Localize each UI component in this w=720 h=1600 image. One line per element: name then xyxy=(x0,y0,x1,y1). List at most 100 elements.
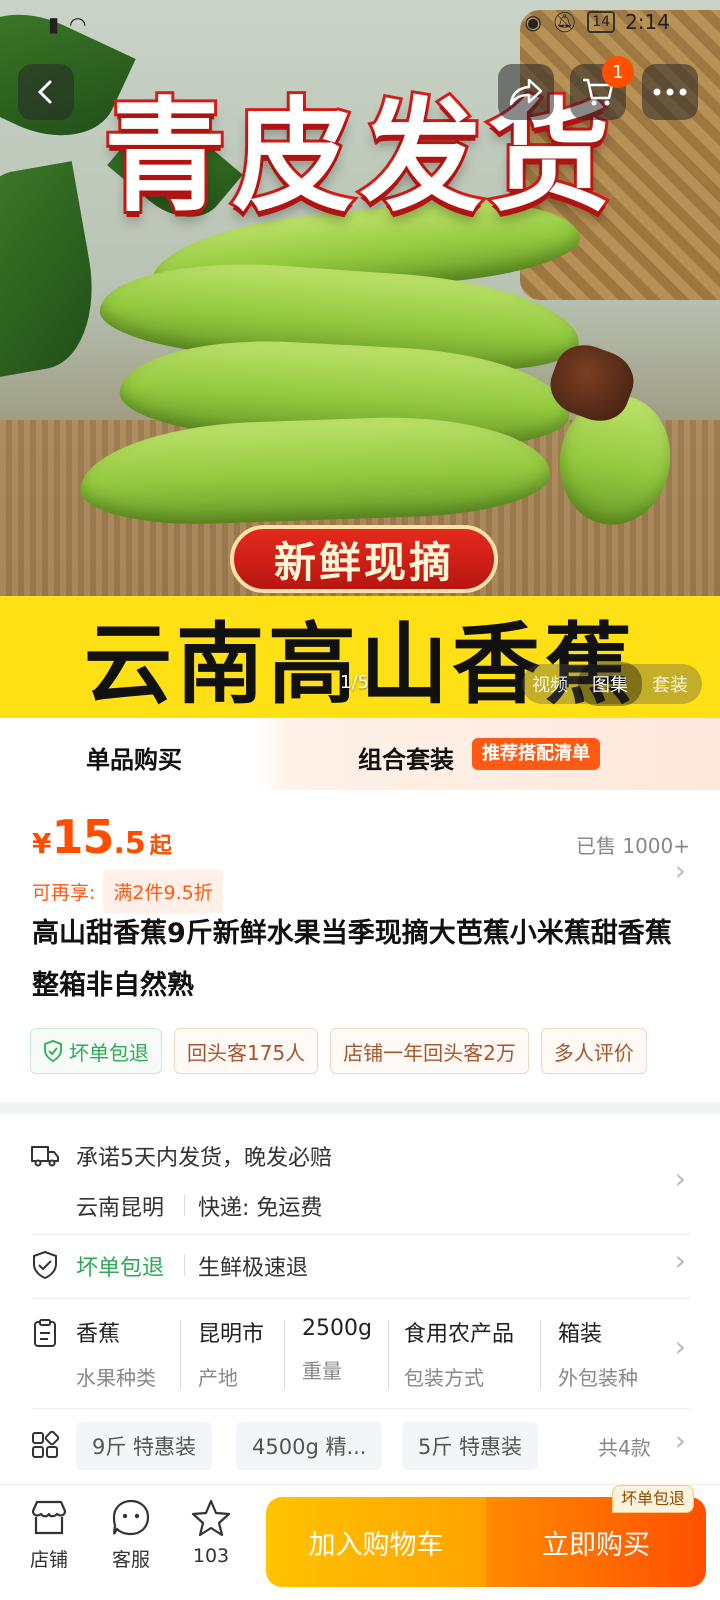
variant-option[interactable]: 9斤 特惠装 xyxy=(76,1422,213,1470)
cart-button[interactable]: 1 xyxy=(570,56,634,120)
battery-icon: 14 xyxy=(587,11,616,33)
wifi-icon: ◠ xyxy=(69,12,87,36)
spec-weight: 2500g 重量 xyxy=(302,1316,372,1384)
spec-value: 2500g xyxy=(302,1316,372,1341)
cart-count-badge: 1 xyxy=(602,56,634,88)
chip-label: 回头客175人 xyxy=(187,1040,306,1065)
tab-combo-set[interactable]: 组合套装 xyxy=(358,740,454,775)
spec-key: 重量 xyxy=(302,1359,342,1383)
back-icon xyxy=(37,80,52,104)
spec-origin: 昆明市 产地 xyxy=(198,1316,264,1391)
spec-key: 产地 xyxy=(198,1366,238,1390)
truck-icon xyxy=(31,1146,59,1167)
media-tabs: 视频 图集 套装 xyxy=(522,662,702,706)
store-icon xyxy=(31,1500,67,1535)
sold-count: 已售 1000+ xyxy=(575,834,690,858)
guarantee-label: 坏单包退 xyxy=(76,1256,165,1281)
bottom-action-bar: 店铺 客服 103 加入购物车 立即购买 坏单包退 xyxy=(0,1484,720,1600)
chat-face-icon xyxy=(112,1499,150,1536)
tab-gallery[interactable]: 图集 xyxy=(578,662,642,706)
delivery-fee: 快递: 免运费 xyxy=(198,1196,323,1221)
hero-headline: 青皮发货 xyxy=(101,83,616,231)
favorite-count: 103 xyxy=(192,1545,230,1567)
service-label: 客服 xyxy=(111,1549,150,1571)
chip-reviews[interactable]: 多人评价 xyxy=(540,1028,647,1074)
shield-check-icon xyxy=(33,1250,57,1280)
spec-value: 箱装 xyxy=(558,1322,603,1347)
feature-chips: 坏单包退 回头客175人 店铺一年回头客2万 多人评价 xyxy=(30,1028,690,1076)
status-bar: ▮ ◠ ◉ 🔕︎ 14 2:14 xyxy=(0,0,720,50)
chevron-right-icon: › xyxy=(674,1330,686,1363)
variant-total: 共4款 xyxy=(598,1436,651,1460)
shield-check-icon xyxy=(44,1040,62,1062)
guarantee-row[interactable]: 坏单包退 生鲜极速退 › xyxy=(0,1234,720,1298)
separator xyxy=(180,1320,181,1390)
separator xyxy=(184,1194,185,1216)
chip-label: 店铺一年回头客2万 xyxy=(343,1040,516,1065)
product-info-card: ¥ 15 .5 起 已售 1000+ 可再享: 满2件9.5折 › 高山甜香蕉9… xyxy=(0,790,720,1102)
chip-bad-return[interactable]: 坏单包退 xyxy=(30,1028,162,1074)
price-symbol: ¥ xyxy=(32,827,52,860)
spec-value: 食用农产品 xyxy=(404,1322,515,1347)
tab-set[interactable]: 套装 xyxy=(642,671,698,697)
favorite-button[interactable]: 103 xyxy=(176,1499,246,1567)
chevron-right-icon: › xyxy=(674,1424,686,1457)
customer-service-button[interactable]: 客服 xyxy=(96,1499,166,1572)
separator xyxy=(284,1320,285,1390)
variant-option[interactable]: 4500g 精... xyxy=(236,1422,383,1470)
spec-value: 昆明市 xyxy=(198,1322,265,1347)
price-integer: 15 xyxy=(51,810,114,864)
spec-key: 水果种类 xyxy=(76,1366,156,1390)
promo-row[interactable]: 可再享: 满2件9.5折 xyxy=(32,870,223,913)
shipping-row[interactable]: 承诺5天内发货，晚发必赔 云南昆明 快递: 免运费 › xyxy=(0,1114,720,1234)
purchase-mode-tabs: 单品购买 组合套装 推荐搭配清单 xyxy=(0,718,720,790)
variants-row[interactable]: 9斤 特惠装 4500g 精... 5斤 特惠装 共4款 › xyxy=(0,1408,720,1484)
origin: 云南昆明 xyxy=(76,1196,165,1221)
promo-label: 可再享: xyxy=(32,882,96,904)
tab-single-purchase[interactable]: 单品购买 xyxy=(86,740,182,775)
shop-label: 店铺 xyxy=(29,1549,68,1571)
chevron-right-icon: › xyxy=(674,1244,686,1277)
specs-row[interactable]: 香蕉 水果种类 昆明市 产地 2500g 重量 食用农产品 包装方式 箱装 外包… xyxy=(0,1298,720,1408)
variant-option[interactable]: 5斤 特惠装 xyxy=(402,1422,539,1470)
separator xyxy=(184,1254,185,1276)
chip-label: 坏单包退 xyxy=(69,1040,149,1065)
spec-key: 外包装种 xyxy=(558,1366,638,1390)
fresh-badge: 新鲜现摘 xyxy=(230,525,498,593)
chip-repeat-buyers[interactable]: 回头客175人 xyxy=(174,1028,319,1074)
chip-label: 多人评价 xyxy=(553,1040,634,1065)
guarantee-detail: 生鲜极速退 xyxy=(198,1256,309,1281)
price-suffix: 起 xyxy=(149,834,172,859)
chevron-right-icon: › xyxy=(674,854,686,887)
back-button[interactable] xyxy=(18,64,74,120)
spec-value: 香蕉 xyxy=(76,1322,121,1347)
carousel-page-indicator: 1/5 xyxy=(340,672,369,693)
product-title: 高山甜香蕉9斤新鲜水果当季现摘大芭蕉小米蕉甜香蕉整箱非自然熟 xyxy=(32,918,672,1001)
status-right: ◉ 🔕︎ 14 2:14 xyxy=(524,10,670,34)
chevron-right-icon: › xyxy=(674,1162,686,1195)
grid-icon xyxy=(32,1430,60,1458)
shop-button[interactable]: 店铺 xyxy=(14,1499,84,1572)
status-left: ▮ ◠ xyxy=(48,12,86,36)
separator xyxy=(388,1320,389,1390)
share-icon xyxy=(509,78,543,106)
price-decimal: .5 xyxy=(113,826,146,861)
eye-icon: ◉ xyxy=(524,10,542,34)
price: ¥ 15 .5 起 xyxy=(32,810,172,864)
spec-key: 包装方式 xyxy=(404,1366,484,1390)
spec-outer-packaging: 箱装 外包装种 xyxy=(558,1316,638,1391)
promo-tag: 满2件9.5折 xyxy=(103,870,223,913)
chip-shop-repeat-buyers[interactable]: 店铺一年回头客2万 xyxy=(330,1028,529,1074)
service-card: 承诺5天内发货，晚发必赔 云南昆明 快递: 免运费 › 坏单包退 生鲜极速退 ›… xyxy=(0,1114,720,1484)
shipping-promise: 承诺5天内发货，晚发必赔 xyxy=(76,1146,332,1171)
sim-icon: ▮ xyxy=(48,12,60,36)
recommend-tag[interactable]: 推荐搭配清单 xyxy=(472,738,600,770)
clipboard-icon xyxy=(34,1319,56,1347)
add-to-cart-button[interactable]: 加入购物车 xyxy=(266,1497,486,1587)
more-button[interactable] xyxy=(642,64,698,120)
spec-packaging: 食用农产品 包装方式 xyxy=(404,1316,514,1391)
more-icon xyxy=(653,88,687,96)
separator xyxy=(540,1320,541,1390)
share-button[interactable] xyxy=(498,64,554,120)
tab-video[interactable]: 视频 xyxy=(522,671,578,697)
